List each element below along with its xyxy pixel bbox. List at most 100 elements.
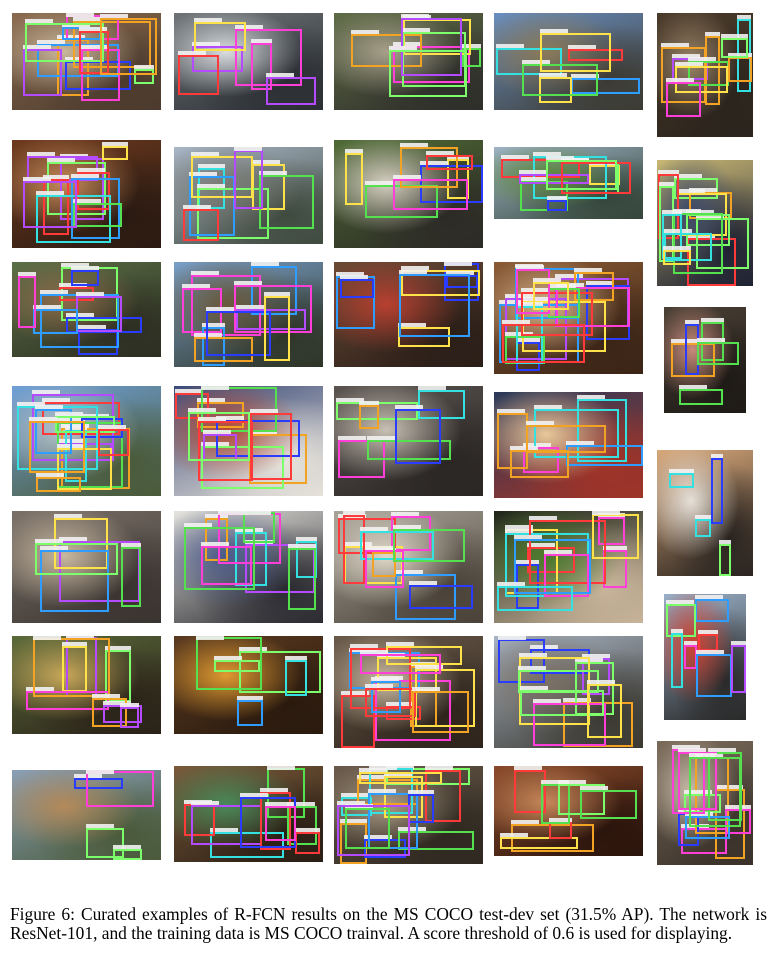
detection-label [587,680,615,684]
detection-box [120,707,139,728]
detection-label [121,543,141,547]
detection-label [711,454,723,458]
detection-label [54,514,82,518]
photo-broccoli-plate [494,511,643,623]
detection-box [178,55,219,95]
photo-tennis-player [174,386,323,496]
photo-woman-with-bottles [12,140,161,248]
detection-box [547,200,567,211]
detection-box [340,279,374,298]
detection-label [516,265,544,269]
detection-label [666,78,694,82]
detection-label [395,405,423,409]
detection-box [359,772,442,784]
detection-label [296,537,317,541]
detection-box [102,146,128,160]
photo-giraffes [12,770,161,860]
detection-label [514,766,542,770]
detection-box [549,822,572,839]
detection-box [395,409,441,464]
detection-label [33,305,61,309]
detection-label [365,181,393,185]
photo-child-on-bench [494,13,643,110]
detection-label [92,694,120,698]
detection-box [206,311,271,356]
detection-label [371,677,399,681]
detection-label [533,278,561,282]
detection-label [184,523,212,527]
detection-box [73,203,122,227]
detection-label [444,262,472,266]
detection-label [558,780,586,784]
detection-label [367,436,395,440]
detection-box [719,544,731,576]
detection-label [102,142,128,146]
photo-cat-and-laptop [12,511,161,623]
photo-kitchen-table [657,13,753,137]
detection-label [365,546,393,550]
detection-label [214,656,242,660]
detection-box [360,654,441,674]
detection-box [695,519,711,537]
detection-label [234,281,262,285]
detection-box [409,585,473,609]
detection-label [191,801,219,805]
detection-box [533,282,569,310]
detection-label [337,801,365,805]
detection-label [574,268,602,272]
detection-box [393,179,468,210]
photo-woman-at-table [334,511,483,623]
detection-label [340,275,368,279]
detection-label [206,307,234,311]
detection-label [678,748,706,752]
detection-label [32,390,60,394]
photo-two-women-portrait [657,450,753,576]
detection-label [240,793,268,797]
detection-box [345,153,363,205]
detection-box [234,150,263,209]
detection-label [519,170,547,174]
detection-label [71,266,99,270]
detection-box [337,805,410,856]
detection-label [393,175,421,179]
detection-box [502,324,585,363]
detection-box [295,832,320,854]
detection-label [731,641,746,645]
detection-label [519,653,547,657]
detection-label [76,292,104,296]
detection-label [265,802,293,806]
detection-label [218,511,246,515]
detection-box [76,296,122,332]
detection-label [501,155,529,159]
detection-label [183,205,211,209]
detection-box [580,790,637,819]
detection-box [497,413,528,469]
detection-label [100,14,128,18]
photo-oranges-in-basket [174,636,323,734]
photo-donuts-on-tray [494,262,643,374]
detection-label [675,62,703,66]
photo-living-room-people [12,13,161,110]
detection-box [359,405,379,429]
detection-box [285,660,307,696]
detection-box [237,700,263,726]
detection-label [697,338,725,342]
detection-box [426,155,473,170]
detection-label [260,788,288,792]
detection-label [267,766,295,770]
photo-horses-in-field [174,262,323,367]
detection-label [399,270,427,274]
detection-label [689,753,717,757]
detection-box [696,654,732,697]
detection-box [695,599,729,622]
detection-label [425,766,453,770]
detection-label [35,405,63,409]
detection-label [497,582,525,586]
detection-label [412,687,440,691]
detection-box [497,586,573,611]
detection-label [27,152,55,156]
detection-box [194,22,246,51]
photo-horses-and-riders [12,262,161,357]
detection-label [251,262,279,266]
detection-box [666,82,701,117]
